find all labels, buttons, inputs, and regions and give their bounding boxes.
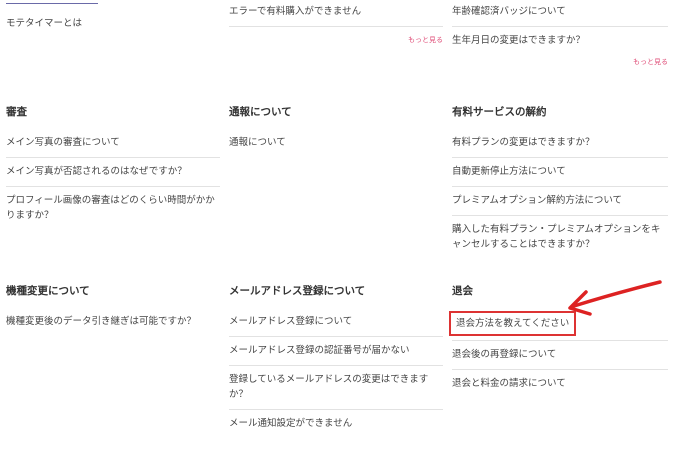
section-title: 審査: [6, 106, 27, 118]
faq-link[interactable]: メールアドレス登録について: [229, 308, 443, 337]
faq-link[interactable]: メールアドレス登録の認証番号が届かない: [229, 337, 443, 366]
section-title: 通報について: [229, 106, 292, 118]
section-title: 機種変更について: [6, 285, 90, 297]
faq-link[interactable]: 年齢確認済バッジについて: [452, 0, 668, 27]
section-shinsa: 審査 メイン写真の審査について メイン写真が否認されるのはなぜですか？ プロフィ…: [6, 104, 220, 230]
section-cancel-paid: 有料サービスの解約 有料プランの変更はできますか？ 自動更新停止方法について プ…: [452, 104, 668, 259]
faq-link[interactable]: 機種変更後のデータ引き継ぎは可能ですか？: [6, 308, 220, 336]
faq-link[interactable]: 退会と料金の請求について: [452, 370, 668, 398]
section-email: メールアドレス登録について メールアドレス登録について メールアドレス登録の認証…: [229, 283, 443, 438]
faq-link[interactable]: 購入した有料プラン・プレミアムオプションをキャンセルすることはできますか？: [452, 216, 668, 259]
top-column-1: モテタイマーとは: [6, 12, 220, 38]
faq-link[interactable]: 登録しているメールアドレスの変更はできますか？: [229, 366, 443, 410]
more-link[interactable]: もっと見る: [452, 57, 668, 67]
truncated-link-underline: [6, 0, 98, 4]
annotation-arrow-icon: [568, 280, 662, 316]
faq-link[interactable]: プロフィール画像の審査はどのくらい時間がかかりますか？: [6, 187, 220, 230]
more-link[interactable]: もっと見る: [229, 35, 443, 45]
faq-link[interactable]: エラーで有料購入ができません: [229, 0, 443, 27]
section-title: メールアドレス登録について: [229, 285, 366, 297]
faq-link[interactable]: モテタイマーとは: [6, 12, 220, 38]
faq-link[interactable]: 生年月日の変更はできますか？: [452, 27, 668, 55]
faq-link[interactable]: 自動更新停止方法について: [452, 158, 668, 187]
faq-link[interactable]: メイン写真が否認されるのはなぜですか？: [6, 158, 220, 187]
faq-link[interactable]: 通報について: [229, 129, 443, 157]
top-column-2: エラーで有料購入ができません もっと見る: [229, 0, 443, 45]
section-title: 有料サービスの解約: [452, 106, 547, 118]
faq-link[interactable]: プレミアムオプション解約方法について: [452, 187, 668, 216]
section-device-change: 機種変更について 機種変更後のデータ引き継ぎは可能ですか？: [6, 283, 220, 336]
faq-link[interactable]: 退会後の再登録について: [452, 341, 668, 370]
top-column-3: 年齢確認済バッジについて 生年月日の変更はできますか？ もっと見る: [452, 0, 668, 67]
section-report: 通報について 通報について: [229, 104, 443, 157]
faq-link[interactable]: メール通知設定ができません: [229, 410, 443, 438]
faq-link[interactable]: メイン写真の審査について: [6, 129, 220, 158]
faq-link[interactable]: 有料プランの変更はできますか？: [452, 129, 668, 158]
